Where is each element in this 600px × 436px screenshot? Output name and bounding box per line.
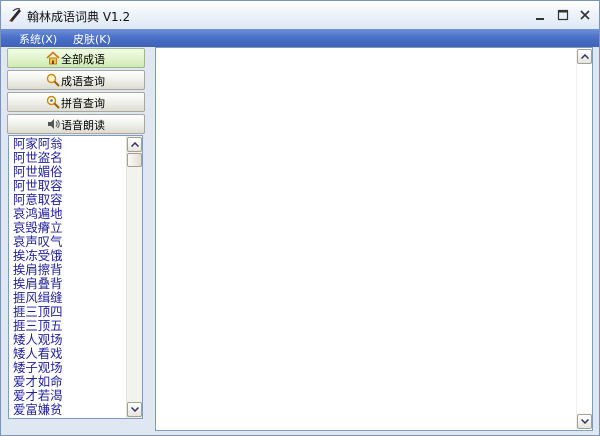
title-bar[interactable]: 翰林成语词典 V1.2 xyxy=(1,1,599,29)
list-item[interactable]: 阿世媚俗 xyxy=(13,165,127,179)
content-area[interactable] xyxy=(155,47,593,431)
list-item[interactable]: 捱三顶四 xyxy=(13,305,127,319)
scroll-down-button[interactable] xyxy=(127,402,142,417)
list-item[interactable]: 挨冻受饿 xyxy=(13,249,127,263)
main-window: 翰林成语词典 V1.2 系统(X) 皮肤(K) 全部成语 成语查询 拼音查询 语… xyxy=(0,0,600,436)
menu-system[interactable]: 系统(X) xyxy=(19,31,57,47)
maximize-icon xyxy=(557,9,569,21)
all-idioms-label: 全部成语 xyxy=(61,53,105,66)
minimize-icon xyxy=(536,18,544,20)
chevron-up-icon xyxy=(580,54,589,59)
close-button[interactable] xyxy=(576,6,594,24)
list-item[interactable]: 爱才如命 xyxy=(13,375,127,389)
idiom-search-button[interactable]: 成语查询 xyxy=(7,70,145,90)
voice-read-button[interactable]: 语音朗读 xyxy=(7,114,145,134)
menu-skin[interactable]: 皮肤(K) xyxy=(73,31,111,47)
list-item[interactable]: 挨肩擦背 xyxy=(13,263,127,277)
list-item[interactable]: 矮人观场 xyxy=(13,333,127,347)
content-scrollbar[interactable] xyxy=(576,48,592,430)
window-title: 翰林成语词典 V1.2 xyxy=(27,10,131,24)
list-item[interactable]: 阿意取容 xyxy=(13,193,127,207)
app-logo-icon xyxy=(9,8,21,22)
chevron-down-icon xyxy=(130,407,139,412)
list-item[interactable]: 矮子观场 xyxy=(13,361,127,375)
list-item[interactable]: 捱风缉缝 xyxy=(13,291,127,305)
pinyin-search-label: 拼音查询 xyxy=(61,97,105,110)
content-scroll-up-button[interactable] xyxy=(577,49,592,64)
all-idioms-button[interactable]: 全部成语 xyxy=(7,48,145,68)
content-scroll-down-button[interactable] xyxy=(577,414,592,429)
list-item[interactable]: 爱富嫌贫 xyxy=(13,403,127,417)
list-item[interactable]: 哀毁瘠立 xyxy=(13,221,127,235)
idiom-list-scrollbar[interactable] xyxy=(126,136,142,418)
list-item[interactable]: 矮人看戏 xyxy=(13,347,127,361)
scroll-thumb[interactable] xyxy=(127,153,142,167)
list-item[interactable]: 哀声叹气 xyxy=(13,235,127,249)
chevron-down-icon xyxy=(580,419,589,424)
chevron-up-icon xyxy=(130,142,139,147)
idiom-list-items: 阿家阿翁 阿世盗名 阿世媚俗 阿世取容 阿意取容 哀鸿遍地 哀毁瘠立 哀声叹气 … xyxy=(13,137,127,417)
minimize-button[interactable] xyxy=(531,6,549,24)
idiom-list[interactable]: 阿家阿翁 阿世盗名 阿世媚俗 阿世取容 阿意取容 哀鸿遍地 哀毁瘠立 哀声叹气 … xyxy=(8,135,143,419)
list-item[interactable]: 挨肩叠背 xyxy=(13,277,127,291)
close-icon xyxy=(580,10,590,20)
list-item[interactable]: 哀鸿遍地 xyxy=(13,207,127,221)
list-item[interactable]: 阿世取容 xyxy=(13,179,127,193)
menu-bar: 系统(X) 皮肤(K) xyxy=(1,29,599,47)
list-item[interactable]: 阿世盗名 xyxy=(13,151,127,165)
list-item[interactable]: 爱才若渴 xyxy=(13,389,127,403)
maximize-button[interactable] xyxy=(554,6,572,24)
pinyin-search-button[interactable]: 拼音查询 xyxy=(7,92,145,112)
list-item[interactable]: 捱三顶五 xyxy=(13,319,127,333)
list-item[interactable]: 阿家阿翁 xyxy=(13,137,127,151)
scroll-up-button[interactable] xyxy=(127,137,142,152)
idiom-search-label: 成语查询 xyxy=(61,75,105,88)
voice-read-label: 语音朗读 xyxy=(61,119,105,132)
